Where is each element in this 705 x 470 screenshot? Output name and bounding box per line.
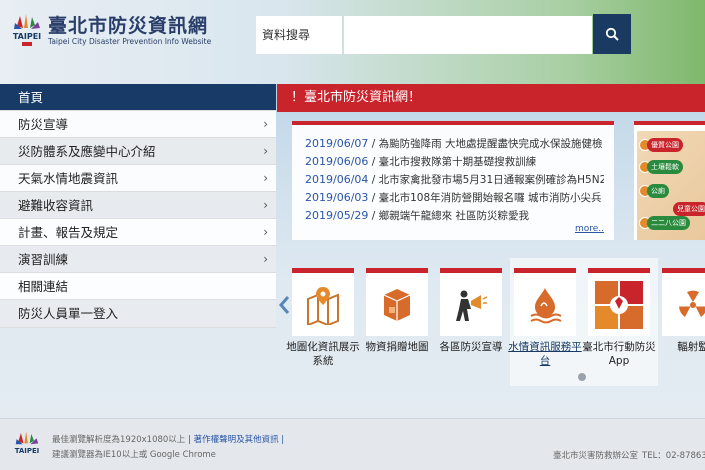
taipei-logo-icon: TAIPEI [12,14,42,48]
quick-tag: 公廁 [647,184,669,198]
news-item[interactable]: 2019/06/04 / 北市家禽批發市場5月31日通報案例確診為H5N2禽..… [305,171,604,189]
site-footer: TAIPEI 最佳瀏覽解析度為1920x1080以上 | 著作權聲明及其他資訊 … [0,418,705,470]
card-label: 水情資訊服務平台 [508,341,582,367]
footer-logo-icon: TAIPEI [14,431,40,464]
card-water-info[interactable]: 水情資訊服務平台 [508,268,582,368]
news-item[interactable]: 2019/06/03 / 臺北市108年消防營開始報名囉 城市消防小尖兵 一..… [305,189,604,207]
sidebar-item-label: 計畫、報告及規定 [18,225,119,240]
sidebar-item-shelter[interactable]: 避難收容資訊 › [0,192,276,219]
card-donation-map[interactable]: 物資捐贈地圖 [366,268,429,354]
news-date: 2019/06/07 [305,137,369,150]
card-mobile-app[interactable]: 臺北市行動防災App [582,268,656,368]
site-title: 臺北市防災資訊網 Taipei City Disaster Prevention… [48,15,211,47]
sidebar-item-label: 防災宣導 [18,117,69,132]
carousel-prev-arrow[interactable] [279,295,291,315]
news-title: / 北市家禽批發市場5月31日通報案例確診為H5N2禽... [368,174,604,186]
search-icon [605,27,619,41]
quick-tag: 土壤鬆軟 [647,160,683,174]
site-title-zh: 臺北市防災資訊網 [48,15,209,37]
box-icon [383,288,411,321]
sidebar-item-weather[interactable]: 天氣水情地震資訊 › [0,165,276,192]
sidebar-item-label: 災防體系及應變中心介紹 [18,144,156,159]
search-input[interactable] [344,16,592,54]
news-date: 2019/05/29 [305,209,369,222]
card-label: 物資捐贈地圖 [365,341,429,353]
chevron-right-icon: › [263,225,268,239]
park-map-image: 優質公園 土壤鬆軟 公廁 兒童公園 二二八公園 [637,131,705,240]
footer-browser-note: 建議瀏覽器為IE10以上或 Google Chrome [52,450,216,460]
news-date: 2019/06/03 [305,191,369,204]
app-icon [595,280,643,329]
chevron-right-icon: › [263,171,268,185]
card-label: 輻射監 [677,341,705,353]
card-label: 地圖化資訊展示系統 [286,341,360,367]
card-radiation[interactable]: 輻射監 [662,268,705,354]
search-label: 資料搜尋 [256,16,342,54]
news-item[interactable]: 2019/06/07 / 為颱防強降雨 大地處提醒盡快完成水保設施健檢 [305,135,604,153]
card-district-promotion[interactable]: 各區防災宣導 [440,268,503,354]
carousel-dot[interactable] [578,373,586,381]
sidebar-item-label: 演習訓練 [18,252,69,267]
card-label: 各區防災宣導 [439,341,503,353]
sidebar-item-system[interactable]: 災防體系及應變中心介紹 › [0,138,276,165]
news-item[interactable]: 2019/05/29 / 鄉親端午龍總來 社區防災粽愛我 [305,207,604,225]
news-title: / 鄉親端午龍總來 社區防災粽愛我 [368,210,529,222]
site-header: TAIPEI 臺北市防災資訊網 Taipei City Disaster Pre… [0,0,705,84]
footer-copyright-link[interactable]: 著作權聲明及其他資訊 [194,435,279,445]
alert-banner: ！臺北市防災資訊網！ [277,84,705,112]
megaphone-person-icon [456,290,488,321]
site-title-en: Taipei City Disaster Prevention Info Web… [48,37,212,46]
search-button[interactable] [593,14,631,54]
site-logo[interactable]: TAIPEI 臺北市防災資訊網 Taipei City Disaster Pre… [12,14,211,48]
sidebar-item-login[interactable]: 防災人員單一登入 [0,300,276,328]
news-date: 2019/06/06 [305,155,369,168]
card-label: 臺北市行動防災App [582,341,656,367]
water-drop-icon [530,287,562,323]
sidebar-item-label: 相關連結 [18,279,69,294]
card-map-system[interactable]: 地圖化資訊展示系統 [286,268,360,368]
news-title: / 為颱防強降雨 大地處提醒盡快完成水保設施健檢 [368,138,603,150]
chevron-right-icon: › [263,252,268,266]
quick-tag: 二二八公園 [647,216,690,230]
news-date: 2019/06/04 [305,173,369,186]
news-item[interactable]: 2019/06/06 / 臺北市搜救隊第十期基礎搜救訓練 [305,153,604,171]
radiation-icon [679,290,705,317]
news-title: / 臺北市108年消防營開始報名囉 城市消防小尖兵 一... [368,192,604,204]
quick-links-panel[interactable]: 優質公園 土壤鬆軟 公廁 兒童公園 二二八公園 [634,121,705,240]
footer-separator: | [185,435,194,445]
news-title: / 臺北市搜救隊第十期基礎搜救訓練 [368,156,537,168]
sidebar-nav: 首頁 防災宣導 › 災防體系及應變中心介紹 › 天氣水情地震資訊 › 避難收容資訊 › … [0,84,276,328]
more-link[interactable]: more.. [575,224,604,234]
sidebar-item-label: 防災人員單一登入 [18,306,119,321]
sidebar-item-promotion[interactable]: 防災宣導 › [0,111,276,138]
chevron-right-icon: › [263,144,268,158]
footer-info: 最佳瀏覽解析度為1920x1080以上 | 著作權聲明及其他資訊 | 建議瀏覽器… [52,433,284,463]
quick-tag: 兒童公園 [673,202,705,216]
chevron-right-icon: › [263,198,268,212]
logo-text: TAIPEI [13,32,41,41]
quick-tag: 優質公園 [647,138,683,152]
chevron-right-icon: › [263,117,268,131]
sidebar-item-plans[interactable]: 計畫、報告及規定 › [0,219,276,246]
footer-logo-text: TAIPEI [15,447,40,455]
footer-separator: | [278,435,285,445]
footer-org: 臺北市災害防救辦公室 [553,451,639,461]
footer-phone: TEL：02-8786311 [642,451,705,461]
sidebar-item-drills[interactable]: 演習訓練 › [0,246,276,273]
sidebar-item-home[interactable]: 首頁 [0,84,276,111]
news-panel: 2019/06/07 / 為颱防強降雨 大地處提醒盡快完成水保設施健檢 2019… [292,121,614,240]
sidebar-item-links[interactable]: 相關連結 [0,273,276,300]
sidebar-item-label: 避難收容資訊 [18,198,94,213]
chevron-left-icon [279,296,290,314]
map-pin-icon [307,286,339,325]
sidebar-item-label: 天氣水情地震資訊 [18,171,119,186]
sidebar-item-label: 首頁 [18,90,44,105]
footer-resolution-note: 最佳瀏覽解析度為1920x1080以上 [52,435,186,445]
